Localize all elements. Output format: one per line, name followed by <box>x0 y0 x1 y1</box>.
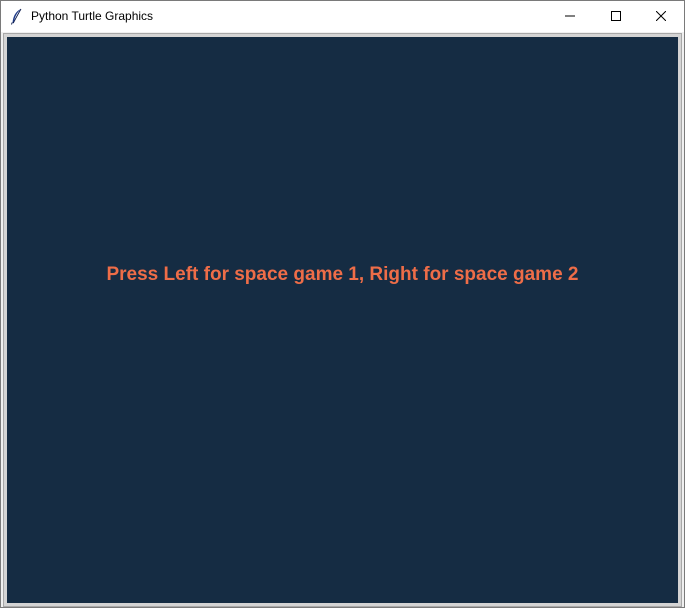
canvas-frame <box>3 33 682 607</box>
game-select-message: Press Left for space game 1, Right for s… <box>106 264 579 285</box>
minimize-icon <box>565 8 575 26</box>
window-title: Python Turtle Graphics <box>31 9 154 23</box>
maximize-icon <box>611 8 621 26</box>
feather-icon <box>10 8 24 25</box>
maximize-button[interactable] <box>593 1 639 32</box>
turtle-canvas[interactable] <box>7 37 678 603</box>
close-button[interactable] <box>638 1 684 32</box>
close-icon <box>655 8 667 26</box>
minimize-button[interactable] <box>547 1 593 32</box>
title-bar[interactable]: Python Turtle Graphics <box>1 1 684 32</box>
turtle-window: Python Turtle Graphics <box>0 0 685 608</box>
